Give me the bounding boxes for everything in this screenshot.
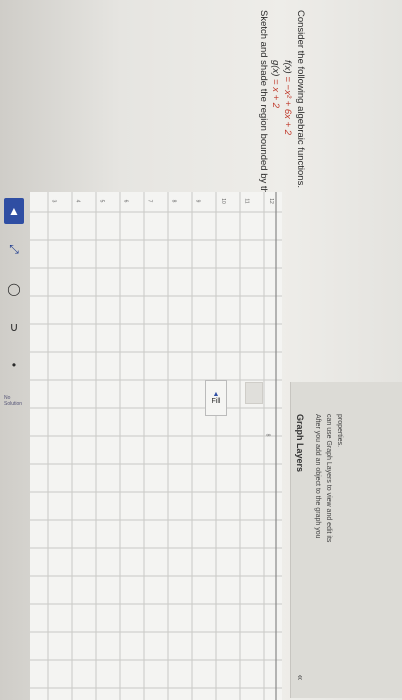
line-tool-icon[interactable]: ⤡ (4, 236, 24, 262)
panel-desc-1: After you add an object to the graph you (314, 414, 321, 539)
page: Consider the following algebraic functio… (0, 0, 402, 700)
collapse-chevron-icon[interactable]: « (294, 675, 305, 681)
f-expression: = −x² + 6x + 2 (282, 76, 293, 135)
panel-desc-2: can use Graph Layers to view and edit it… (325, 414, 332, 543)
g-function: g(x) = x + 2 (270, 60, 281, 109)
g-label: g(x) (270, 60, 281, 77)
panel-title: Graph Layers (295, 414, 305, 473)
x-tick: 8 (264, 433, 271, 437)
point-tool-icon[interactable]: • (4, 352, 24, 378)
y-tick-8: 8 (170, 199, 177, 203)
pointer-icon[interactable]: ▲ (4, 198, 24, 224)
y-tick-5: 5 (98, 199, 105, 203)
no-solution-button[interactable]: No Solution (4, 388, 24, 414)
y-tick-12: 12 (267, 198, 274, 204)
graph-layers-panel: Graph Layers After you add an object to … (290, 382, 402, 698)
parabola-tool-icon[interactable]: ∪ (4, 314, 24, 340)
y-tick-9: 9 (194, 199, 201, 203)
y-tick-3: 3 (50, 199, 57, 203)
graph-grid (30, 192, 282, 700)
fill-button[interactable]: ▲ Fill (205, 380, 227, 416)
f-label: f(x) (282, 60, 293, 74)
problem-statement: Consider the following algebraic functio… (0, 0, 402, 301)
g-expression: = x + 2 (270, 79, 281, 109)
y-tick-10: 10 (219, 198, 226, 204)
graph-canvas[interactable]: 12 11 10 9 8 7 6 5 4 3 8 (30, 192, 282, 700)
circle-tool-icon[interactable]: ◯ (4, 276, 24, 302)
y-tick-4: 4 (74, 199, 81, 203)
fill-label: Fill (211, 398, 221, 405)
paint-bucket-icon: ▲ (212, 391, 220, 398)
panel-desc-3: properties. (336, 414, 343, 448)
delete-icon[interactable] (245, 382, 263, 404)
y-tick-7: 7 (146, 199, 153, 203)
graph-toolbar: ▲ ⤡ ◯ ∪ • No Solution (0, 190, 28, 700)
problem-intro: Consider the following algebraic functio… (295, 10, 306, 188)
y-tick-11: 11 (243, 198, 250, 204)
y-tick-6: 6 (122, 199, 129, 203)
f-function: f(x) = −x² + 6x + 2 (282, 60, 293, 135)
